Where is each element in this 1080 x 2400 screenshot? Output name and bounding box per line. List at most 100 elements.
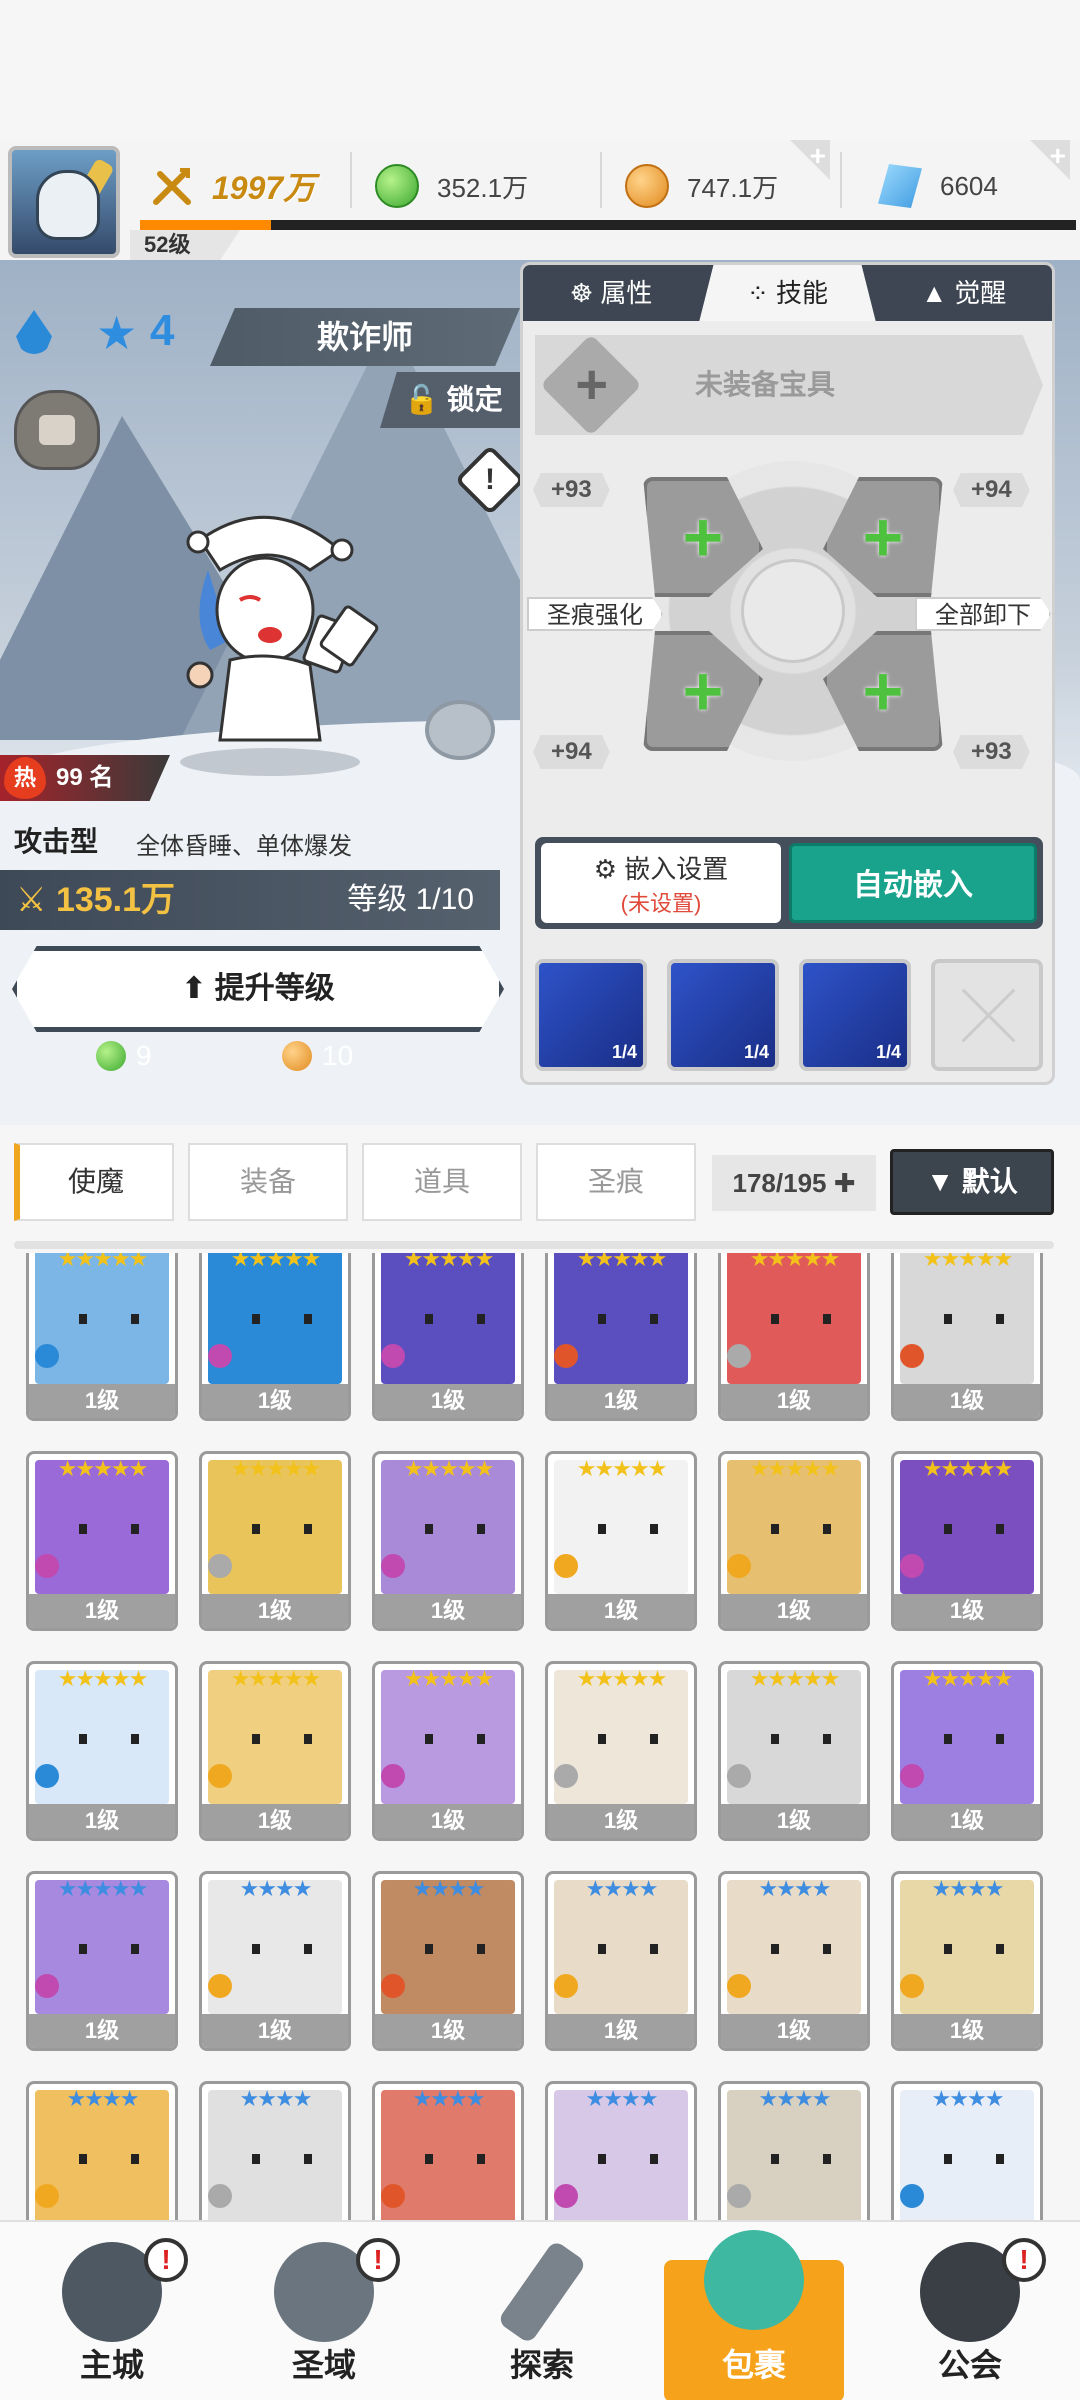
player-avatar[interactable]	[8, 146, 120, 258]
familiar-card[interactable]: ★★★★★ 1级	[26, 1661, 178, 1841]
tab-familiars[interactable]: 使魔	[14, 1143, 174, 1221]
familiar-card[interactable]: ★★★★★ 1级	[891, 1253, 1043, 1421]
tab-label: 属性	[600, 278, 653, 308]
nav-bag[interactable]: 包裹	[664, 2230, 844, 2400]
element-icon	[900, 2184, 924, 2208]
familiar-card[interactable]: ★★★★1级	[891, 2081, 1043, 2223]
lock-button[interactable]: 🔓 锁定	[380, 372, 520, 428]
popularity-badge: 热 99 名	[0, 755, 170, 801]
familiar-card[interactable]: ★★★★★ 1级	[199, 1661, 351, 1841]
familiar-level: 1级	[894, 1804, 1040, 1838]
nav-guild[interactable]: ! 公会	[880, 2232, 1060, 2400]
star-rating: ★★★★★	[57, 1253, 149, 1271]
add-gold-button[interactable]: +	[790, 140, 830, 180]
divider	[14, 1241, 1054, 1249]
tab-equipment[interactable]: 装备	[188, 1143, 348, 1221]
player-level-progress	[140, 220, 1076, 230]
familiar-card[interactable]: ★★★★★ 1级	[26, 1871, 178, 2051]
tab-skills[interactable]: ⁘ 技能	[699, 265, 876, 321]
element-icon	[381, 2184, 405, 2208]
familiar-card[interactable]: ★★★★1级	[199, 2081, 351, 2223]
locked-skin-icon[interactable]	[14, 390, 100, 470]
familiar-card[interactable]: ★★★★★ 1级	[26, 1451, 178, 1631]
artifact-slot[interactable]: + 未装备宝具	[535, 335, 1043, 435]
stigmata-enhance-button[interactable]: 圣痕强化	[527, 597, 663, 631]
familiar-level: 1级	[548, 1594, 694, 1628]
familiar-face	[425, 1524, 485, 1534]
element-icon	[727, 1344, 751, 1368]
view-model-icon[interactable]	[425, 700, 495, 760]
familiar-card[interactable]: ★★★★★ 1级	[718, 1451, 870, 1631]
nav-main-city[interactable]: ! 主城	[22, 2232, 202, 2400]
add-diamond-button[interactable]: +	[1030, 140, 1070, 180]
star-rating: ★★★★★	[230, 1456, 322, 1481]
familiar-card[interactable]: ★★★★1级	[718, 2081, 870, 2223]
progress-fill	[140, 220, 272, 230]
cost-gold-value: 10	[322, 1040, 354, 1071]
familiar-card[interactable]: ★★★★1级	[891, 1871, 1043, 2051]
element-icon	[35, 2184, 59, 2208]
tab-stigmata[interactable]: 圣痕	[536, 1143, 696, 1221]
star-rating: ★★★★★	[403, 1456, 495, 1481]
familiar-card[interactable]: ★★★★★ 1级	[372, 1451, 524, 1631]
familiar-card[interactable]: ★★★★1级	[545, 1871, 697, 2051]
familiar-card[interactable]: ★★★★★ 1级	[372, 1661, 524, 1841]
familiar-card[interactable]: ★★★★1级	[26, 2081, 178, 2223]
familiar-level: 1级	[721, 1594, 867, 1628]
nav-explore[interactable]: 探索	[452, 2232, 632, 2400]
familiar-card[interactable]: ★★★★1级	[372, 2081, 524, 2223]
familiar-level: 1级	[29, 1594, 175, 1628]
familiar-card[interactable]: ★★★★★ 1级	[891, 1661, 1043, 1841]
skill-card-mask-icon[interactable]: 1/4	[799, 959, 911, 1071]
familiar-card[interactable]: ★★★★1级	[545, 2081, 697, 2223]
element-icon	[554, 1344, 578, 1368]
embed-settings-button[interactable]: ⚙ 嵌入设置 (未设置)	[541, 843, 781, 923]
familiar-face	[598, 1524, 658, 1534]
familiar-card[interactable]: ★★★★★ 1级	[199, 1451, 351, 1631]
element-icon	[208, 1554, 232, 1578]
nav-sanctuary[interactable]: ! 圣域	[234, 2232, 414, 2400]
star-rating: ★★★★★	[230, 1253, 322, 1271]
skill-card-empty	[931, 959, 1043, 1071]
star-rating: ★★★★★	[403, 1666, 495, 1691]
tab-attributes[interactable]: ☸ 属性	[523, 265, 699, 321]
familiar-card[interactable]: ★★★★1级	[718, 1871, 870, 2051]
unequip-all-button[interactable]: 全部卸下	[915, 597, 1051, 631]
inventory-tabs: 使魔 装备 道具 圣痕	[14, 1143, 710, 1221]
tab-items[interactable]: 道具	[362, 1143, 522, 1221]
star-rating: ★★★★★	[749, 1666, 841, 1691]
familiar-face	[944, 2154, 1004, 2164]
upgrade-level-button[interactable]: ⬆ 提升等级	[12, 946, 504, 1032]
familiar-card[interactable]: ★★★★★ 1级	[718, 1253, 870, 1421]
element-icon	[381, 1764, 405, 1788]
sort-button[interactable]: ▼ 默认	[890, 1149, 1054, 1215]
familiar-level: 1级	[375, 2014, 521, 2048]
skill-card-cards-icon[interactable]: 1/4	[535, 959, 647, 1071]
familiar-card[interactable]: ★★★★1级	[372, 1871, 524, 2051]
familiar-card[interactable]: ★★★★★ 1级	[891, 1451, 1043, 1631]
familiar-face	[771, 1734, 831, 1744]
familiar-card[interactable]: ★★★★★ 1级	[545, 1661, 697, 1841]
familiar-level: 1级	[202, 1384, 348, 1418]
familiar-face	[771, 1314, 831, 1324]
familiar-card[interactable]: ★★★★★ 1级	[26, 1253, 178, 1421]
familiar-card[interactable]: ★★★★★ 1级	[545, 1451, 697, 1631]
auto-embed-button[interactable]: 自动嵌入	[789, 843, 1037, 923]
familiar-face	[79, 2154, 139, 2164]
element-icon	[208, 1974, 232, 1998]
familiar-face	[425, 2154, 485, 2164]
tab-awaken[interactable]: ▲ 觉醒	[876, 265, 1052, 321]
familiar-card[interactable]: ★★★★1级	[199, 1871, 351, 2051]
diamond-currency: 6604	[878, 156, 998, 216]
familiar-card[interactable]: ★★★★★ 1级	[545, 1253, 697, 1421]
familiar-card[interactable]: ★★★★★ 1级	[199, 1253, 351, 1421]
green-currency-value: 352.1万	[437, 172, 529, 203]
upgrade-cost-green: 9	[96, 1040, 152, 1072]
skill-card-tarot-icon[interactable]: 1/4	[667, 959, 779, 1071]
star-rating: ★★★★★	[922, 1456, 1014, 1481]
familiar-card[interactable]: ★★★★★ 1级	[718, 1661, 870, 1841]
element-icon	[35, 1974, 59, 1998]
element-icon	[727, 1764, 751, 1788]
inventory-capacity[interactable]: 178/195 ✚	[712, 1155, 876, 1211]
familiar-card[interactable]: ★★★★★ 1级	[372, 1253, 524, 1421]
